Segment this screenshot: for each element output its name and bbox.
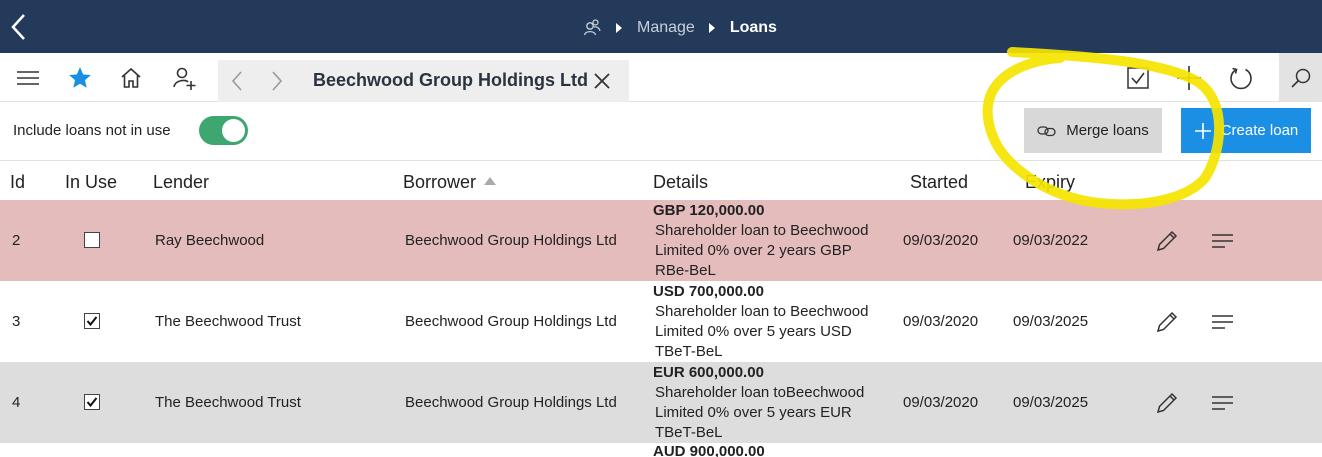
checkmark-icon (86, 316, 98, 327)
row-id: 3 (12, 313, 21, 330)
breadcrumb-manage[interactable]: Manage (637, 19, 695, 37)
nav-forward-button[interactable] (264, 60, 290, 102)
chevron-right-icon (272, 71, 283, 91)
details-icon (1212, 234, 1233, 248)
details-icon (1212, 396, 1233, 410)
table-row[interactable]: 3 The Beechwood Trust Beechwood Group Ho… (0, 281, 1322, 362)
refresh-icon (1230, 67, 1252, 89)
contacts-icon[interactable] (582, 18, 602, 38)
pencil-icon (1156, 392, 1178, 414)
edit-button[interactable] (1154, 228, 1180, 254)
row-id: 2 (12, 232, 21, 249)
row-lender: Ray Beechwood (155, 232, 265, 249)
in-use-checkbox[interactable] (84, 313, 100, 329)
row-started: 09/03/2020 (903, 232, 979, 249)
search-button[interactable] (1279, 53, 1322, 102)
link-icon (1037, 125, 1056, 136)
plus-icon (1177, 65, 1201, 90)
pencil-icon (1156, 230, 1178, 252)
row-borrower: Beechwood Group Holdings Ltd (405, 232, 617, 249)
home-icon (121, 67, 141, 88)
nav-back-button[interactable] (224, 60, 250, 102)
toolbar: Beechwood Group Holdings Ltd (0, 53, 1322, 102)
column-started[interactable]: Started (910, 172, 968, 193)
row-borrower: Beechwood Group Holdings Ltd (405, 313, 617, 330)
menu-button[interactable] (14, 53, 42, 102)
create-loan-button[interactable]: Create loan (1181, 108, 1311, 153)
chevron-right-icon (616, 23, 622, 33)
row-description: Shareholder loan toBeechwood Limited 0% … (655, 384, 865, 441)
row-description: Shareholder loan to Beechwood Limited 0%… (655, 222, 869, 279)
toggle-knob (222, 119, 245, 142)
add-button[interactable] (1176, 53, 1202, 102)
row-expiry: 09/03/2025 (1013, 394, 1089, 411)
refresh-button[interactable] (1228, 53, 1254, 102)
star-icon (69, 66, 91, 88)
back-button[interactable] (6, 10, 32, 44)
row-amount: AUD 900,000.00 (653, 443, 765, 457)
close-icon (594, 73, 610, 89)
column-lender[interactable]: Lender (153, 172, 209, 193)
row-lender: The Beechwood Trust (155, 394, 301, 411)
row-amount: USD 700,000.00 (653, 283, 764, 300)
table-header: Id In Use Lender Borrower Details Starte… (0, 160, 1322, 200)
search-icon (1290, 68, 1310, 88)
chevron-left-icon (231, 71, 242, 91)
include-loans-label: Include loans not in use (13, 122, 171, 139)
row-lender: The Beechwood Trust (155, 313, 301, 330)
hamburger-icon (17, 70, 39, 85)
select-all-button[interactable] (1125, 53, 1151, 102)
back-icon (11, 14, 25, 40)
merge-loans-label: Merge loans (1066, 122, 1149, 139)
in-use-checkbox[interactable] (84, 232, 100, 248)
details-button[interactable] (1210, 312, 1236, 332)
row-started: 09/03/2020 (903, 394, 979, 411)
row-description: Shareholder loan to Beechwood Limited 0%… (655, 303, 869, 360)
create-loan-label: Create loan (1220, 122, 1299, 139)
home-button[interactable] (117, 53, 145, 102)
column-borrower-label: Borrower (403, 172, 477, 192)
chevron-right-icon (708, 23, 715, 33)
plus-icon (1194, 122, 1211, 139)
row-id: 4 (12, 394, 21, 411)
row-borrower: Beechwood Group Holdings Ltd (405, 394, 617, 411)
row-amount: EUR 600,000.00 (653, 364, 764, 381)
table-row[interactable]: 2 Ray Beechwood Beechwood Group Holdings… (0, 200, 1322, 281)
column-in-use[interactable]: In Use (65, 172, 117, 193)
row-expiry: 09/03/2025 (1013, 313, 1089, 330)
column-details[interactable]: Details (653, 172, 708, 193)
pencil-icon (1156, 311, 1178, 333)
details-icon (1212, 315, 1233, 329)
sort-ascending-icon (484, 177, 497, 185)
column-borrower[interactable]: Borrower (403, 172, 497, 193)
details-button[interactable] (1210, 231, 1236, 251)
add-person-icon (173, 67, 196, 90)
checkmark-icon (86, 397, 98, 408)
edit-button[interactable] (1154, 390, 1180, 416)
column-expiry[interactable]: Expiry (1025, 172, 1075, 193)
row-expiry: 09/03/2022 (1013, 232, 1089, 249)
in-use-checkbox[interactable] (84, 394, 100, 410)
table-row[interactable]: AUD 900,000.00 (0, 443, 1322, 457)
top-bar: Manage Loans (0, 0, 1322, 53)
edit-button[interactable] (1154, 309, 1180, 335)
breadcrumb-loans: Loans (729, 19, 777, 36)
action-row: Include loans not in use Merge loans Cre… (0, 102, 1322, 160)
add-person-button[interactable] (170, 53, 198, 102)
breadcrumb: Manage Loans (582, 17, 777, 39)
table-row[interactable]: 4 The Beechwood Trust Beechwood Group Ho… (0, 362, 1322, 443)
merge-loans-button[interactable]: Merge loans (1024, 108, 1162, 153)
favorites-button[interactable] (66, 53, 94, 102)
close-tab-button[interactable] (589, 60, 615, 102)
details-button[interactable] (1210, 393, 1236, 413)
include-loans-toggle[interactable] (199, 116, 248, 145)
select-all-icon (1127, 66, 1149, 89)
column-id[interactable]: Id (10, 172, 25, 193)
row-amount: GBP 120,000.00 (653, 202, 765, 219)
row-started: 09/03/2020 (903, 313, 979, 330)
tab-title: Beechwood Group Holdings Ltd (313, 70, 588, 90)
